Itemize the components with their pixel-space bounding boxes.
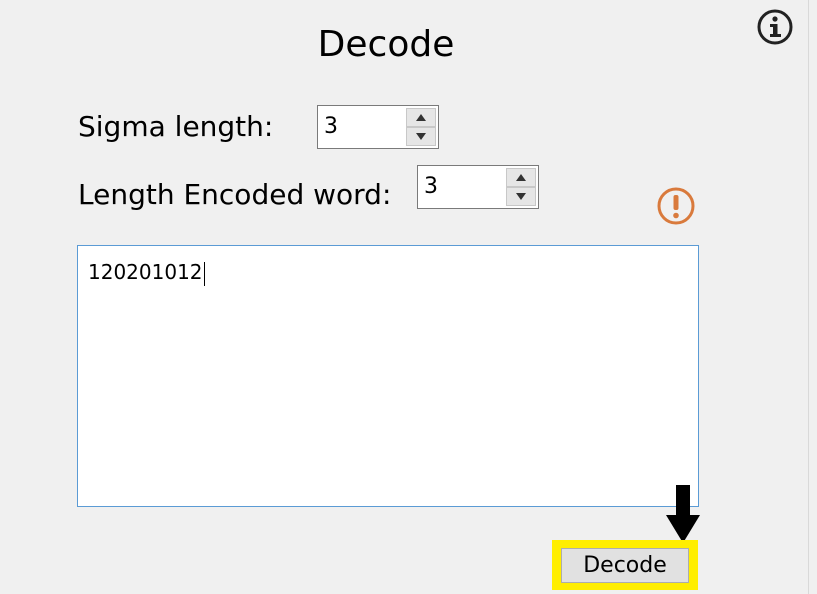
encoded-word-textarea[interactable]: 120201012 bbox=[77, 245, 699, 507]
sigma-spin-up-button[interactable] bbox=[406, 108, 436, 127]
length-spin-up-button[interactable] bbox=[506, 168, 536, 187]
chevron-up-icon bbox=[416, 114, 426, 121]
chevron-down-icon bbox=[516, 193, 526, 200]
text-caret bbox=[203, 261, 205, 286]
decode-button[interactable]: Decode bbox=[561, 548, 689, 583]
exclamation-circle-icon bbox=[657, 187, 695, 225]
sigma-length-label: Sigma length: bbox=[78, 110, 274, 143]
length-encoded-word-spinbox[interactable]: 3 bbox=[417, 165, 539, 209]
chevron-down-icon bbox=[416, 133, 426, 140]
sigma-length-value[interactable]: 3 bbox=[324, 114, 338, 139]
arrow-down-icon bbox=[666, 485, 700, 543]
sigma-length-spinbox[interactable]: 3 bbox=[317, 105, 439, 149]
info-icon[interactable] bbox=[756, 8, 794, 46]
length-encoded-word-value[interactable]: 3 bbox=[424, 174, 438, 199]
length-encoded-word-label: Length Encoded word: bbox=[78, 178, 392, 211]
chevron-up-icon bbox=[516, 174, 526, 181]
sigma-spin-down-button[interactable] bbox=[406, 127, 436, 146]
length-spin-down-button[interactable] bbox=[506, 187, 536, 206]
encoded-word-text[interactable]: 120201012 bbox=[88, 260, 205, 286]
page-title: Decode bbox=[317, 24, 455, 65]
window-edge bbox=[808, 0, 809, 594]
